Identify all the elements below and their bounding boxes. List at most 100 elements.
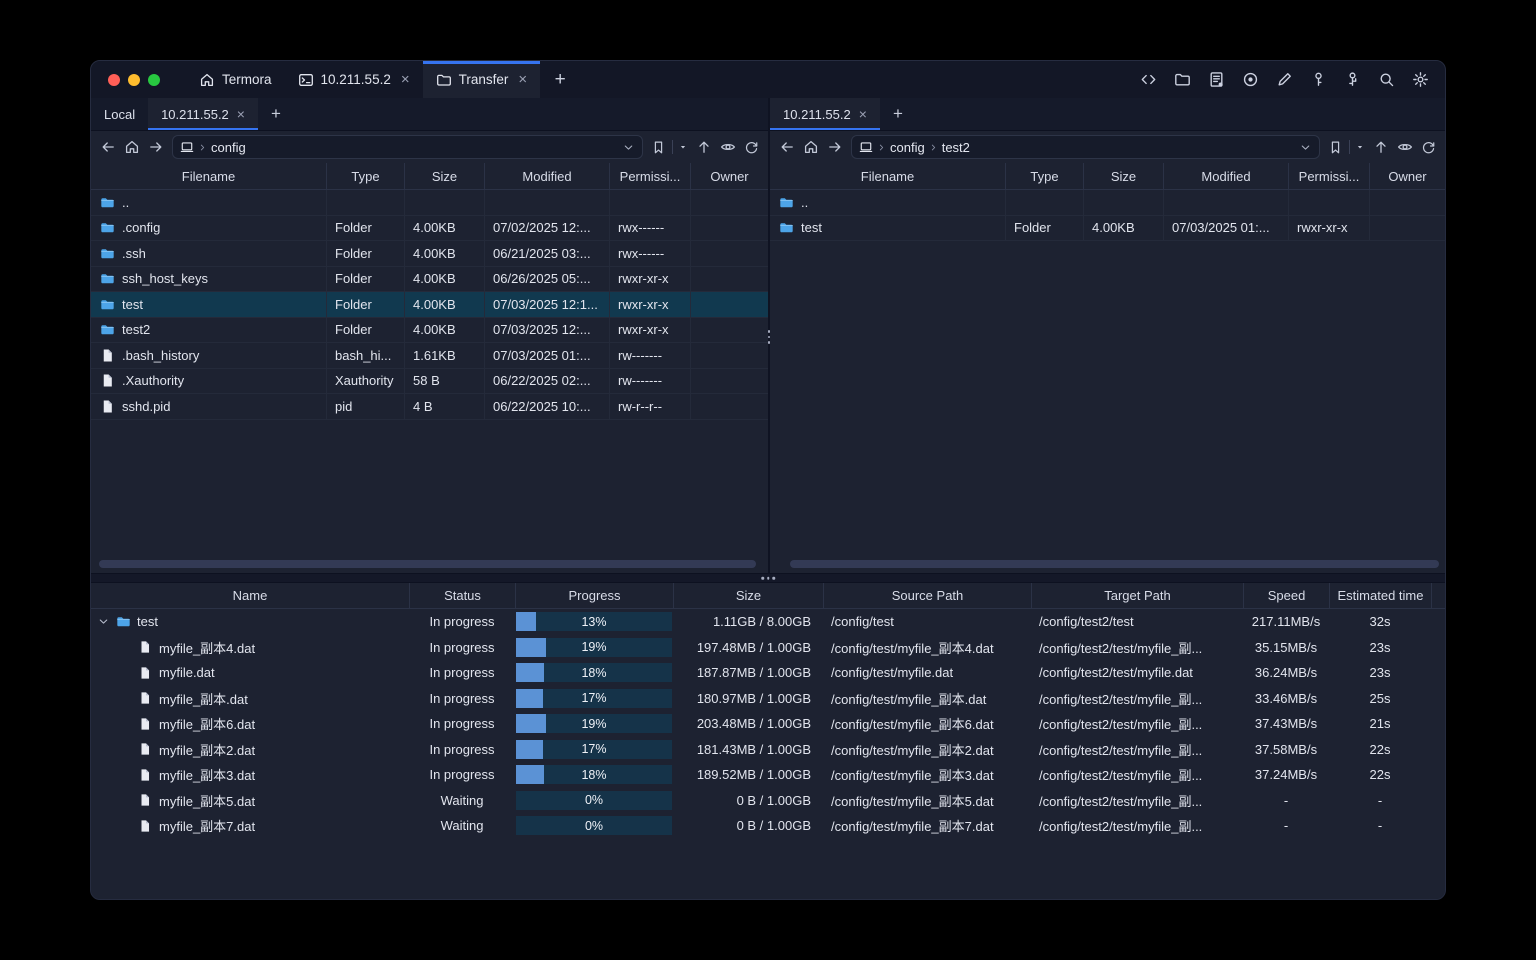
key-button[interactable] — [1310, 71, 1327, 88]
col-modified[interactable]: Modified — [484, 163, 609, 189]
left_panel-tab-10.211.55.2[interactable]: 10.211.55.2 × — [148, 98, 258, 130]
transfer-row[interactable]: myfile_副本7.dat Waiting 0% 0 B / 1.00GB/conf… — [91, 813, 1445, 839]
refresh-button[interactable] — [744, 140, 759, 155]
col-target-path[interactable]: Target Path — [1031, 583, 1243, 608]
col-name[interactable]: Name — [91, 583, 409, 608]
right_panel-path-bar[interactable]: config test2 — [851, 135, 1320, 159]
path-segment[interactable]: test2 — [942, 140, 970, 155]
home-button[interactable] — [124, 139, 140, 155]
file-owner — [690, 292, 768, 318]
col-modified[interactable]: Modified — [1163, 163, 1288, 189]
close-icon[interactable]: × — [401, 72, 410, 87]
forward-button[interactable] — [827, 139, 843, 155]
edit-button[interactable] — [1276, 71, 1293, 88]
transfer-row[interactable]: myfile_副本.dat In progress 17% 180.97MB / 1.… — [91, 686, 1445, 712]
transfer-status: Waiting — [440, 792, 484, 808]
window-tab-transfer[interactable]: Transfer × — [422, 61, 541, 98]
file-row[interactable]: .bash_history bash_hi... 1.61KB 07/03/2025 … — [91, 343, 768, 369]
col-source-path[interactable]: Source Path — [823, 583, 1031, 608]
transfer-row[interactable]: myfile_副本5.dat Waiting 0% 0 B / 1.00GB/conf… — [91, 788, 1445, 814]
window-tab-termora[interactable]: Termora — [186, 61, 285, 98]
file-row[interactable]: .. — [91, 190, 768, 216]
file-row[interactable]: ssh_host_keys Folder 4.00KB 06/26/2025 05:.… — [91, 266, 768, 292]
close-icon[interactable]: × — [237, 106, 245, 122]
file-type: Folder — [326, 266, 404, 292]
file-row[interactable]: test Folder 4.00KB 07/03/2025 01:... rwxr-xr… — [770, 215, 1445, 241]
file-type: bash_hi... — [326, 343, 404, 369]
search-button[interactable] — [1378, 71, 1395, 88]
bookmark-button[interactable] — [651, 140, 688, 155]
forward-button[interactable] — [148, 139, 164, 155]
refresh-button[interactable] — [1421, 140, 1436, 155]
transfer-row[interactable]: myfile_副本4.dat In progress 19% 197.48MB / 1… — [91, 635, 1445, 661]
arrow-up-icon — [699, 141, 709, 153]
col-estimated-time[interactable]: Estimated time — [1329, 583, 1431, 608]
col-permissi...[interactable]: Permissi... — [1288, 163, 1369, 189]
file-row[interactable]: .. — [770, 190, 1445, 216]
close-icon[interactable]: × — [859, 106, 867, 122]
transfer-panel: Name Status Progress Size Source Path Target … — [91, 583, 1445, 899]
file-row[interactable]: .config Folder 4.00KB 07/02/2025 12:... rwx-… — [91, 215, 768, 241]
col-size[interactable]: Size — [404, 163, 484, 189]
upload-button[interactable] — [696, 139, 712, 155]
horizontal-scrollbar[interactable] — [99, 560, 756, 568]
folder-button[interactable] — [1174, 71, 1191, 88]
file-row[interactable]: sshd.pid pid 4 B 06/22/2025 10:... rw-r--r-- — [91, 394, 768, 420]
col-type[interactable]: Type — [326, 163, 404, 189]
settings-button[interactable] — [1412, 71, 1429, 88]
col-type[interactable]: Type — [1005, 163, 1083, 189]
close-icon[interactable]: × — [518, 72, 527, 87]
back-button[interactable] — [100, 139, 116, 155]
back-button[interactable] — [779, 139, 795, 155]
upload-button[interactable] — [1373, 139, 1389, 155]
keychain-button[interactable] — [1344, 71, 1361, 88]
transfer-source-path: /config/test/myfile_副本7.dat — [831, 819, 994, 835]
horizontal-splitter[interactable] — [91, 573, 1445, 583]
col-status[interactable]: Status — [409, 583, 515, 608]
transfer-row[interactable]: myfile_副本3.dat In progress 18% 189.52MB / 1… — [91, 762, 1445, 788]
horizontal-splitter-handle[interactable] — [761, 576, 775, 580]
code-button[interactable] — [1140, 71, 1157, 88]
show-hidden-button[interactable] — [1397, 139, 1413, 155]
col-size[interactable]: Size — [673, 583, 823, 608]
path-dropdown-button[interactable] — [622, 141, 635, 154]
path-segment[interactable]: config — [211, 140, 246, 155]
close-window-button[interactable] — [108, 73, 120, 86]
col-owner[interactable]: Owner — [1369, 163, 1445, 189]
col-speed[interactable]: Speed — [1243, 583, 1329, 608]
col-permissi...[interactable]: Permissi... — [609, 163, 690, 189]
home-button[interactable] — [803, 139, 819, 155]
right_panel-tab-10.211.55.2[interactable]: 10.211.55.2 × — [770, 98, 880, 130]
show-hidden-button[interactable] — [720, 139, 736, 155]
expand-chevron-icon[interactable] — [97, 615, 110, 628]
col-filename[interactable]: Filename — [770, 163, 1005, 189]
bookmark-button[interactable] — [1328, 140, 1365, 155]
left_panel-path-bar[interactable]: config — [172, 135, 643, 159]
zoom-window-button[interactable] — [148, 73, 160, 86]
log-button[interactable] — [1208, 71, 1225, 88]
minimize-window-button[interactable] — [128, 73, 140, 86]
horizontal-scrollbar[interactable] — [790, 560, 1439, 568]
path-dropdown-button[interactable] — [1299, 141, 1312, 154]
file-row[interactable]: test2 Folder 4.00KB 07/03/2025 12:... rwxr-x… — [91, 317, 768, 343]
new-tab-button[interactable]: + — [540, 61, 580, 98]
transfer-target-path: /config/test2/test/myfile_副... — [1039, 768, 1203, 784]
path-segment[interactable]: config — [890, 140, 925, 155]
transfer-row[interactable]: test In progress 13% 1.11GB / 8.00GB/config… — [91, 609, 1445, 635]
record-button[interactable] — [1242, 71, 1259, 88]
file-modified: 06/21/2025 03:... — [484, 241, 609, 267]
transfer-row[interactable]: myfile_副本2.dat In progress 17% 181.43MB / 1… — [91, 737, 1445, 763]
col-size[interactable]: Size — [1083, 163, 1163, 189]
window-tab-10.211.55.2[interactable]: 10.211.55.2 × — [285, 61, 423, 98]
col-owner[interactable]: Owner — [690, 163, 768, 189]
file-row[interactable]: test Folder 4.00KB 07/03/2025 12:1... rwxr-x… — [91, 292, 768, 318]
file-row[interactable]: .ssh Folder 4.00KB 06/21/2025 03:... rwx----… — [91, 241, 768, 267]
col-progress[interactable]: Progress — [515, 583, 673, 608]
left_panel-tab-local[interactable]: Local — [91, 98, 148, 130]
col-filename[interactable]: Filename — [91, 163, 326, 189]
right_panel-new-tab-button[interactable]: + — [880, 98, 916, 130]
file-row[interactable]: .Xauthority Xauthority 58 B 06/22/2025 02:.… — [91, 368, 768, 394]
left_panel-new-tab-button[interactable]: + — [258, 98, 294, 130]
transfer-row[interactable]: myfile.dat In progress 18% 187.87MB / 1.00G… — [91, 660, 1445, 686]
transfer-row[interactable]: myfile_副本6.dat In progress 19% 203.48MB / 1… — [91, 711, 1445, 737]
